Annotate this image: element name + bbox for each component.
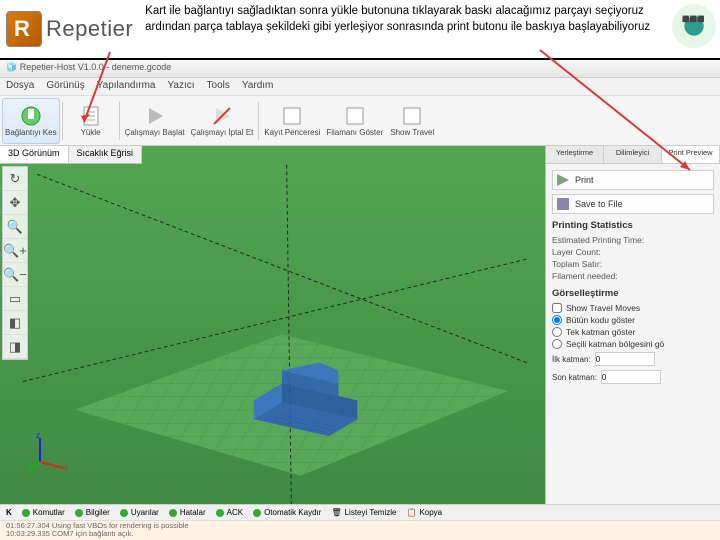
show-filament-button[interactable]: Filamanı Göster (323, 98, 386, 144)
save-icon (557, 198, 569, 210)
stat-time: Estimated Printing Time: (552, 234, 714, 246)
opt-show-all[interactable]: Bütün kodu göster (552, 314, 714, 326)
connect-button[interactable]: Bağlantıyı Kes (2, 98, 60, 144)
menubar[interactable]: Dosya Görünüş Yapılandırma Yazıcı Tools … (0, 78, 720, 96)
sb-copy[interactable]: 📋Kopya (406, 508, 442, 517)
show-travel-button[interactable]: Show Travel (386, 98, 438, 144)
last-layer-field: Son katman: (552, 368, 714, 386)
persp-tool[interactable]: ◧ (3, 311, 27, 335)
logo-text: Repetier (46, 16, 133, 42)
stat-lines: Toplam Satır: (552, 258, 714, 270)
plug-icon (20, 105, 42, 127)
app-window: 🧊 Repetier-Host V1.0.0 - deneme.gcode Do… (0, 60, 720, 540)
viz-heading: Görselleştirme (552, 288, 714, 299)
move-tool[interactable]: ✥ (3, 191, 27, 215)
stats-heading: Printing Statistics (552, 220, 714, 231)
repetier-logo: Repetier (0, 0, 139, 58)
main-toolbar: Bağlantıyı Kes Yükle Çalışmayı Başlat Ça… (0, 96, 720, 146)
sb-commands[interactable]: Komutlar (22, 508, 65, 517)
logo-cube-icon (6, 11, 42, 47)
tab-temp-curve[interactable]: Sıcaklık Eğrisi (69, 146, 143, 163)
right-panel: Yerleştirme Dilimleyici Print Preview Pr… (545, 146, 720, 504)
copy-icon: 📋 (406, 508, 416, 517)
log-icon (281, 105, 303, 127)
sb-info[interactable]: Bilgiler (75, 508, 110, 517)
svg-text:x: x (64, 463, 68, 472)
start-job-button[interactable]: Çalışmayı Başlat (122, 98, 188, 144)
document-icon (80, 105, 102, 127)
last-layer-input[interactable] (601, 370, 661, 384)
sb-ack[interactable]: ACK (216, 508, 243, 517)
opt-single-layer[interactable]: Tek katman göster (552, 326, 714, 338)
opt-layer-range[interactable]: Seçili katman bölgesini gö (552, 338, 714, 350)
filament-icon (344, 105, 366, 127)
play-icon (557, 174, 569, 186)
sb-clear[interactable]: 🗑Listeyi Temizle (331, 508, 396, 517)
window-title: Repetier-Host V1.0.0 - deneme.gcode (20, 62, 172, 72)
menu-file[interactable]: Dosya (6, 80, 34, 93)
tab-placement[interactable]: Yerleştirme (546, 146, 604, 163)
rotate-tool[interactable]: ↻ (3, 167, 27, 191)
sb-autoscroll[interactable]: Otomatik Kaydır (253, 508, 321, 517)
menu-help[interactable]: Yardım (242, 80, 274, 93)
instruction-text: Kart ile bağlantıyı sağladıktan sonra yü… (139, 0, 668, 58)
load-button[interactable]: Yükle (65, 98, 117, 144)
school-crest-icon (672, 4, 716, 48)
stat-filament: Filament needed: (552, 270, 714, 282)
window-titlebar: 🧊 Repetier-Host V1.0.0 - deneme.gcode (0, 60, 720, 78)
save-to-file-button[interactable]: Save to File (552, 194, 714, 214)
trash-icon: 🗑 (331, 508, 341, 517)
opt-travel-moves[interactable]: Show Travel Moves (552, 302, 714, 314)
zoom-out-tool[interactable]: 🔍− (3, 263, 27, 287)
kill-job-button[interactable]: Çalışmayı İptal Et (188, 98, 257, 144)
tab-print-preview[interactable]: Print Preview (662, 146, 720, 163)
play-icon (144, 105, 166, 127)
viewport-toolbar: ↻ ✥ 🔍 🔍+ 🔍− ▭ ◧ ◨ (2, 166, 28, 360)
zoom-in-tool[interactable]: 🔍+ (3, 239, 27, 263)
slide-banner: Repetier Kart ile bağlantıyı sağladıktan… (0, 0, 720, 60)
first-layer-input[interactable] (595, 352, 655, 366)
log-line: 10:03:29.335 COM7 için bağlantı açık. (6, 530, 714, 538)
tab-3d-view[interactable]: 3D Görünüm (0, 146, 69, 163)
tab-slicer[interactable]: Dilimleyici (604, 146, 662, 163)
travel-icon (401, 105, 423, 127)
menu-printer[interactable]: Yazıcı (167, 80, 194, 93)
log-area: 01:56:27.304 Using fast VBOs for renderi… (0, 521, 720, 540)
iso-tool[interactable]: ◨ (3, 335, 27, 359)
menu-tools[interactable]: Tools (207, 80, 230, 93)
svg-text:y: y (30, 461, 34, 470)
sb-warn[interactable]: Uyarılar (120, 508, 159, 517)
zoom-tool[interactable]: 🔍 (3, 215, 27, 239)
menu-config[interactable]: Yapılandırma (97, 80, 156, 93)
print-button[interactable]: Print (552, 170, 714, 190)
log-toggle-button[interactable]: Kayıt Penceresi (261, 98, 323, 144)
svg-text:z: z (36, 432, 40, 440)
sb-error[interactable]: Hatalar (169, 508, 206, 517)
stat-layers: Layer Count: (552, 246, 714, 258)
build-plate-render (0, 146, 545, 504)
viewport-tabs: 3D Görünüm Sıcaklık Eğrisi (0, 146, 142, 164)
stop-icon (211, 105, 233, 127)
first-layer-field: İlk katman: (552, 350, 714, 368)
fit-tool[interactable]: ▭ (3, 287, 27, 311)
3d-viewport[interactable]: z x y (0, 146, 545, 504)
menu-view[interactable]: Görünüş (46, 80, 84, 93)
status-k: K (6, 508, 12, 517)
statusbar: K Komutlar Bilgiler Uyarılar Hatalar ACK… (0, 504, 720, 540)
axes-gizmo: z x y (30, 432, 70, 474)
